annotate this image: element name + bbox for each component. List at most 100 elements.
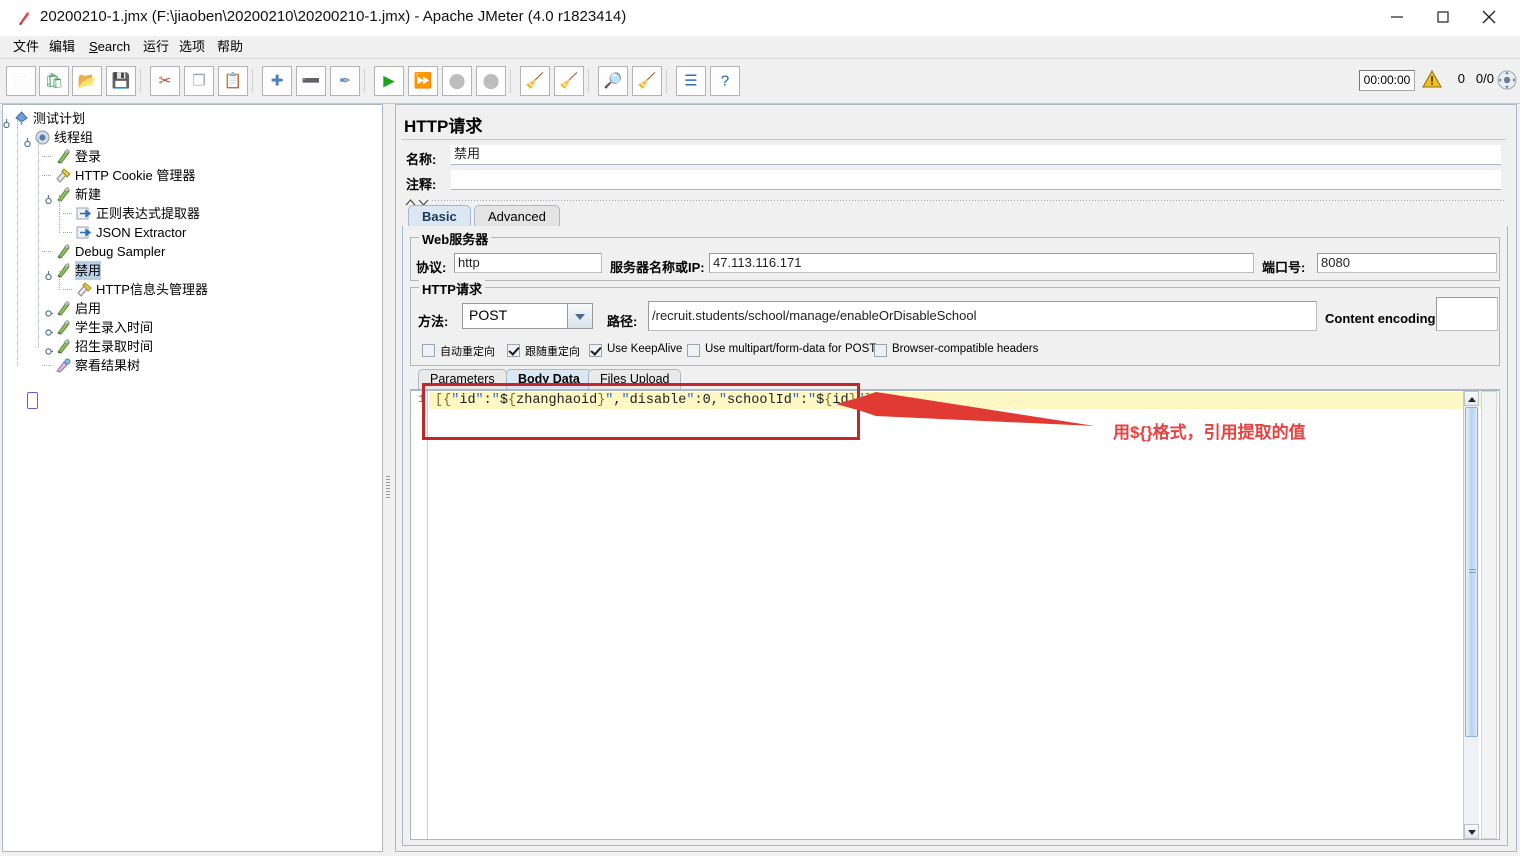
menu-item-4[interactable]: 选项 xyxy=(174,38,210,56)
tab-advanced[interactable]: Advanced xyxy=(474,205,560,227)
content-encoding-input[interactable] xyxy=(1436,297,1498,331)
menu-item-0[interactable]: 文件 xyxy=(8,38,44,56)
name-input[interactable]: 禁用 xyxy=(451,145,1501,165)
body-data-editor[interactable]: 1 [{"id":"${zhanghaoid}","disable":0,"sc… xyxy=(410,390,1500,840)
server-name-input[interactable]: 47.113.116.171 xyxy=(709,253,1254,273)
tree-node[interactable]: 学生录入时间 xyxy=(3,318,382,337)
method-select[interactable]: POST xyxy=(462,303,593,329)
start-no-pauses-button[interactable]: ⏩ xyxy=(408,66,438,96)
tree-guide-line xyxy=(17,119,18,366)
tree-node-label: HTTP Cookie 管理器 xyxy=(75,168,196,183)
scroll-up-arrow-icon[interactable] xyxy=(1464,391,1479,406)
tree-node[interactable]: HTTP Cookie 管理器 xyxy=(3,166,382,185)
path-label: 路径: xyxy=(607,314,638,329)
tree-connector xyxy=(63,289,72,290)
tree-expand-handle-closed-icon[interactable] xyxy=(44,342,53,355)
web-server-group-title: Web服务器 xyxy=(419,229,492,248)
new-icon: 🗋 xyxy=(14,72,28,90)
expand-all-button[interactable]: ✚ xyxy=(262,66,292,96)
checkbox-checked-icon[interactable] xyxy=(589,344,602,357)
close-button[interactable] xyxy=(1466,0,1512,34)
tree-expand-handle-open-icon[interactable] xyxy=(23,133,32,148)
toggle-icon: ✒ xyxy=(338,72,352,90)
clear-button[interactable]: 🧹 xyxy=(520,66,550,96)
tree-connector xyxy=(42,175,51,176)
port-input[interactable]: 8080 xyxy=(1317,253,1497,273)
save-button[interactable]: 💾 xyxy=(106,66,136,96)
help-button[interactable]: ? xyxy=(710,66,740,96)
toolbar: 00:00:00 0 0/0 🗋 🛍 📂 💾 ✂ ❐ 📋 ✚ ➖ ✒ ▶ ⏩ ⬤ ⬤ 🧹 🧹 🔎 🧹 ☰? xyxy=(0,58,1520,104)
paste-icon: 📋 xyxy=(223,72,243,90)
menu-item-2[interactable]: Search xyxy=(84,38,135,56)
paste-button[interactable]: 📋 xyxy=(218,66,248,96)
maximize-button[interactable] xyxy=(1420,0,1466,34)
tree-expand-handle-closed-icon[interactable] xyxy=(44,323,53,336)
test-plan-tree-pane[interactable]: 测试计划 线程组 登录 HTTP Cookie 管理器 新建 正则表达式提取器 JSON E… xyxy=(2,104,383,852)
protocol-input[interactable]: http xyxy=(454,253,602,273)
split-pane-divider[interactable] xyxy=(384,104,392,852)
editor-scrollbar-thumb[interactable] xyxy=(1465,407,1478,737)
shutdown-button[interactable]: ⬤ xyxy=(476,66,506,96)
clear-all-button[interactable]: 🧹 xyxy=(554,66,584,96)
extractor-icon xyxy=(76,224,93,241)
checkbox-checked-icon[interactable] xyxy=(507,344,520,357)
editor-vertical-scrollbar[interactable] xyxy=(1463,391,1479,839)
annotation-text: 用${}格式，引用提取的值 xyxy=(1113,423,1306,442)
port-label: 端口号: xyxy=(1262,260,1306,275)
tree-node-label: 启用 xyxy=(75,301,102,316)
menu-item-3[interactable]: 运行 xyxy=(138,38,174,56)
checkbox-unchecked-icon[interactable] xyxy=(874,344,887,357)
tree-node[interactable]: 察看结果树 xyxy=(3,356,382,375)
content-encoding-label: Content encoding: xyxy=(1325,311,1440,326)
clear-all-icon: 🧹 xyxy=(559,72,579,90)
copy-button[interactable]: ❐ xyxy=(184,66,214,96)
reset-search-button[interactable]: 🧹 xyxy=(632,66,662,96)
tree-node[interactable]: 招生录取时间 xyxy=(3,337,382,356)
tree-node[interactable]: 线程组 xyxy=(3,128,382,148)
menu-item-1[interactable]: 编辑 xyxy=(44,38,80,56)
method-value: POST xyxy=(469,307,508,323)
tree-node-label: Debug Sampler xyxy=(75,244,166,259)
toolbar-separator xyxy=(140,69,141,93)
tree-expand-handle-open-icon[interactable] xyxy=(44,266,53,281)
panel-vertical-scrollbar[interactable] xyxy=(1481,391,1497,839)
open-icon: 📂 xyxy=(77,72,97,90)
stop-button[interactable]: ⬤ xyxy=(442,66,472,96)
tree-node[interactable]: 启用 xyxy=(3,299,382,318)
test-plan-icon xyxy=(13,110,30,127)
menu-item-5[interactable]: 帮助 xyxy=(212,38,248,56)
start-button[interactable]: ▶ xyxy=(374,66,404,96)
scroll-down-arrow-icon[interactable] xyxy=(1464,824,1479,839)
cut-button[interactable]: ✂ xyxy=(150,66,180,96)
main-tabs[interactable]: Basic Advanced xyxy=(402,205,1508,227)
tree-expand-handle-closed-icon[interactable] xyxy=(44,304,53,317)
templates-button[interactable]: 🛍 xyxy=(39,66,69,96)
minimize-button[interactable] xyxy=(1374,0,1420,34)
tree-expand-handle-open-icon[interactable] xyxy=(3,114,11,129)
tree-node-label: 新建 xyxy=(75,187,102,202)
tree-guide-line xyxy=(59,195,60,233)
tree-node[interactable]: Debug Sampler xyxy=(3,242,382,261)
tree-expand-handle-open-icon[interactable] xyxy=(44,190,53,205)
toggle-button[interactable]: ✒ xyxy=(330,66,360,96)
test-plan-tree[interactable]: 测试计划 线程组 登录 HTTP Cookie 管理器 新建 正则表达式提取器 JSON E… xyxy=(3,105,382,375)
tree-connector xyxy=(63,232,72,233)
tree-node[interactable]: 登录 xyxy=(3,147,382,166)
checkbox-unchecked-icon[interactable] xyxy=(422,344,435,357)
tree-node[interactable]: 测试计划 xyxy=(3,109,382,129)
chevron-down-icon[interactable] xyxy=(567,304,592,328)
new-button[interactable]: 🗋 xyxy=(6,66,36,96)
page-title: HTTP请求 xyxy=(404,117,483,136)
open-button[interactable]: 📂 xyxy=(72,66,102,96)
warning-triangle-icon[interactable] xyxy=(1422,69,1442,88)
function-helper-icon: ☰ xyxy=(684,72,698,90)
tab-basic[interactable]: Basic xyxy=(408,205,471,227)
comment-input[interactable] xyxy=(451,170,1501,190)
search-button[interactable]: 🔎 xyxy=(598,66,628,96)
editor-caret xyxy=(27,392,38,409)
collapse-all-button[interactable]: ➖ xyxy=(296,66,326,96)
checkbox-unchecked-icon[interactable] xyxy=(687,344,700,357)
path-input[interactable]: /recruit.students/school/manage/enableOr… xyxy=(648,301,1317,331)
function-helper-button[interactable]: ☰ xyxy=(676,66,706,96)
http-sampler-icon xyxy=(55,148,72,165)
